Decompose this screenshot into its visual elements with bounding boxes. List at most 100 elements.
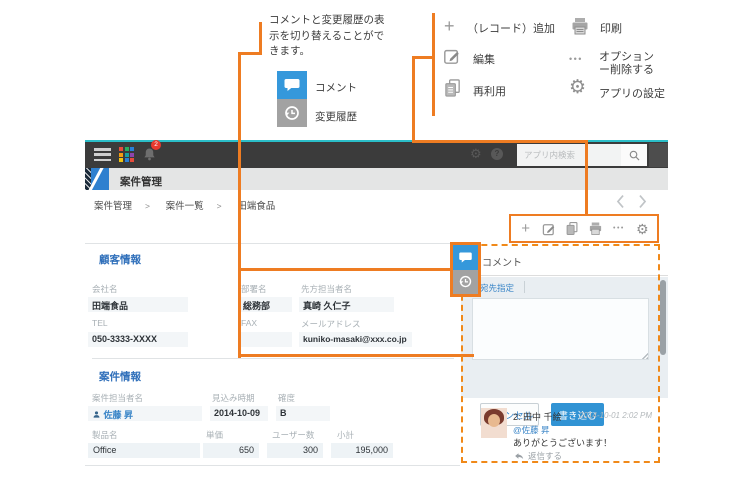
breadcrumb-list[interactable]: 案件一覧 xyxy=(166,201,204,212)
table-header: 小計 xyxy=(337,429,354,441)
table-header: ユーザー数 xyxy=(272,429,314,441)
comment-panel-title: コメント xyxy=(461,243,668,276)
add-record-button[interactable]: + xyxy=(518,221,534,237)
table-header: 単価 xyxy=(206,429,223,441)
help-icon[interactable]: ? xyxy=(491,148,503,160)
header-right-block xyxy=(649,143,668,167)
field-value-department: 総務部 xyxy=(239,297,292,312)
reply-arrow-icon xyxy=(513,451,525,462)
breadcrumb-separator: > xyxy=(217,201,222,211)
panel-toggle-group xyxy=(450,242,481,297)
comment-body: ありがとうございます！ xyxy=(513,436,612,449)
comment-toggle-label: コメント xyxy=(315,80,357,95)
table-cell-product: Office xyxy=(88,443,200,458)
field-label: メールアドレス xyxy=(301,318,361,330)
print-record-button[interactable] xyxy=(588,221,604,237)
options-menu-button[interactable]: ••• xyxy=(611,221,627,237)
search-input[interactable] xyxy=(517,144,621,166)
callout-text: コメントと変更履歴の表示を切り替えることができます。 xyxy=(269,13,385,60)
scrollbar[interactable] xyxy=(660,280,666,355)
annotation-line xyxy=(432,13,435,116)
comment-form: 宛先指定 キャンセル 書き込む xyxy=(461,277,668,398)
record-toolbar: + ••• ⚙ xyxy=(509,214,659,243)
reply-button[interactable]: 返信する xyxy=(513,450,562,462)
field-value-probability: B xyxy=(276,406,330,421)
edit-record-button[interactable] xyxy=(541,221,557,237)
author-name: 田中 千絵 xyxy=(523,412,562,422)
edit-icon xyxy=(443,47,461,70)
history-toggle-label: 変更履歴 xyxy=(315,109,357,124)
field-label: 見込み時期 xyxy=(212,392,255,404)
legend-print-label: 印刷 xyxy=(600,20,622,36)
legend-reuse-label: 再利用 xyxy=(473,83,506,99)
options-icon: ••• xyxy=(569,54,583,64)
comment-number: 2: xyxy=(513,412,521,422)
avatar xyxy=(481,408,507,438)
print-icon xyxy=(570,16,590,41)
field-value-contact: 真崎 久仁子 xyxy=(299,297,394,312)
field-value-owner: 佐藤 昇 xyxy=(88,406,202,421)
annotation-line xyxy=(238,52,241,358)
field-label: FAX xyxy=(241,318,257,328)
comment-panel: コメント 宛先指定 キャンセル 書き込む 2: 田中 千絵 2014-10-01… xyxy=(461,243,668,467)
field-label: TEL xyxy=(92,318,108,328)
reuse-icon xyxy=(443,78,462,103)
history-clock-icon xyxy=(277,99,307,127)
section-divider xyxy=(92,358,454,359)
app-icon[interactable] xyxy=(85,168,109,190)
app-title: 案件管理 xyxy=(120,174,162,189)
comment-textarea[interactable] xyxy=(472,298,649,360)
mention-link[interactable]: @佐藤 昇 xyxy=(513,424,550,436)
field-value-email: kuniko-masaki@xxx.co.jp xyxy=(299,332,412,347)
record-bottom-border xyxy=(85,465,460,466)
field-label: 会社名 xyxy=(92,283,118,295)
field-value-company: 田端食品 xyxy=(88,297,188,312)
annotation-line xyxy=(238,354,474,357)
field-label: 確度 xyxy=(278,392,295,404)
header-gear-icon[interactable]: ⚙ xyxy=(470,146,482,162)
app-settings-button[interactable]: ⚙ xyxy=(634,221,650,237)
comment-timestamp: 2014-10-01 2:02 PM xyxy=(579,411,652,420)
legend-add-label: （レコード）追加 xyxy=(467,20,555,36)
annotation-line xyxy=(412,140,588,143)
field-value-expected-date: 2014-10-09 xyxy=(210,406,268,421)
divider xyxy=(524,281,525,293)
table-cell-unit-price: 650 xyxy=(203,443,259,458)
field-value-tel: 050-3333-XXXX xyxy=(88,332,188,347)
resize-grip[interactable] xyxy=(642,353,648,359)
breadcrumb-separator: > xyxy=(145,201,150,211)
history-clock-icon xyxy=(458,274,473,289)
section-title-deal: 案件情報 xyxy=(99,369,141,384)
owner-user-link[interactable]: 佐藤 昇 xyxy=(104,410,134,420)
mention-to-link[interactable]: 宛先指定 xyxy=(480,282,514,294)
hamburger-menu-icon[interactable] xyxy=(94,148,111,161)
annotation-line xyxy=(585,140,588,216)
field-label: 先方担当者名 xyxy=(301,283,352,295)
search-button[interactable] xyxy=(621,144,647,166)
annotation-line xyxy=(412,56,415,143)
legend-settings-label: アプリの設定 xyxy=(599,85,665,101)
field-value-fax xyxy=(239,332,292,347)
global-header: 2 ⚙ ? xyxy=(85,142,668,168)
field-label: 部署名 xyxy=(241,283,267,295)
plus-icon: + xyxy=(444,17,455,35)
table-cell-subtotal: 195,000 xyxy=(331,443,393,458)
breadcrumb-app[interactable]: 案件管理 xyxy=(94,201,132,212)
app-bar: 案件管理 xyxy=(85,168,668,190)
next-record-chevron-icon[interactable] xyxy=(636,193,649,210)
history-toggle-button[interactable] xyxy=(453,270,478,295)
app-launcher-icon[interactable] xyxy=(119,147,135,163)
section-title-customer: 顧客情報 xyxy=(99,252,141,267)
prev-record-chevron-icon[interactable] xyxy=(614,193,627,210)
legend-edit-label: 編集 xyxy=(473,51,495,67)
annotation-line xyxy=(412,56,435,59)
table-cell-users: 300 xyxy=(267,443,323,458)
breadcrumb: 案件管理 > 案件一覧 > 田端食品 xyxy=(94,198,288,212)
annotation-line xyxy=(259,22,262,54)
comment-toggle-button[interactable] xyxy=(453,245,478,270)
breadcrumb-record: 田端食品 xyxy=(237,201,275,212)
comment-author: 2: 田中 千絵 xyxy=(513,410,562,423)
person-icon xyxy=(92,410,101,419)
reuse-record-button[interactable] xyxy=(564,221,580,237)
reply-label: 返信する xyxy=(528,450,562,462)
